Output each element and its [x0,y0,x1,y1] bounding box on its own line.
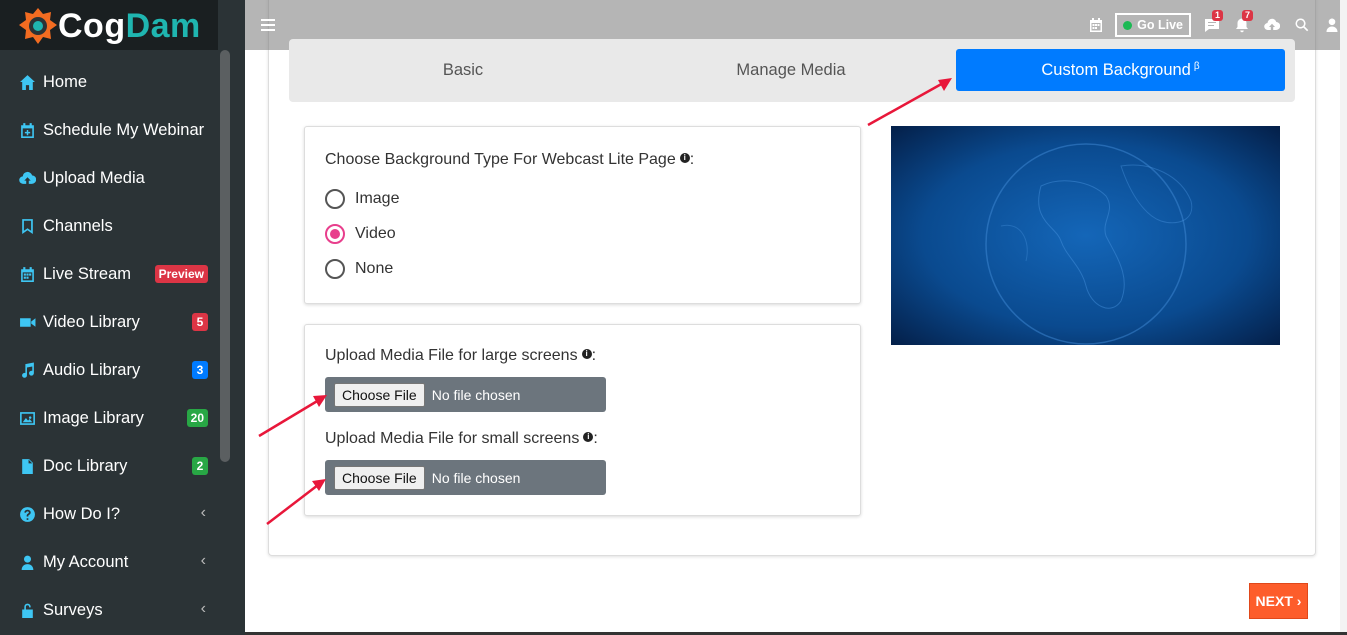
sidebar-item-label: Live Stream [43,264,132,283]
lock-icon [18,601,36,619]
radio-circle-selected[interactable] [325,224,345,244]
sidebar-item-upload-media[interactable]: Upload Media [0,154,218,202]
search-icon[interactable] [1287,10,1317,40]
sidebar-item-audio-library[interactable]: Audio Library 3 [0,346,218,394]
radio-none[interactable]: None [325,259,393,279]
file-input-large[interactable]: Choose File No file chosen [325,377,606,412]
radio-image[interactable]: Image [325,189,399,209]
go-live-button[interactable]: Go Live [1115,13,1191,37]
bookmark-icon [18,217,36,235]
background-type-panel: Choose Background Type For Webcast Lite … [304,126,861,304]
logo[interactable]: CogDam [0,0,218,50]
messages-count-badge: 1 [1211,10,1223,21]
sidebar: CogDam Home Schedule My Webinar Upload M… [0,0,245,635]
sidebar-item-label: Image Library [43,408,144,427]
calendar-plus-icon [18,121,36,139]
page-scrollbar[interactable] [1340,0,1347,635]
sidebar-scrollbar[interactable] [220,50,230,462]
radio-label: Image [355,190,400,207]
count-badge: 5 [192,313,208,331]
choose-file-button[interactable]: Choose File [334,382,425,407]
background-type-label: Choose Background Type For Webcast Lite … [325,151,695,168]
sidebar-item-doc-library[interactable]: Doc Library 2 [0,442,218,490]
sidebar-item-surveys[interactable]: Surveys ‹ [0,586,218,634]
info-icon[interactable]: i [679,153,690,163]
sidebar-item-label: Channels [43,216,113,235]
logo-text: CogDam [58,7,201,45]
tab-custom-background[interactable]: Custom Background β [956,49,1285,91]
radio-label: Video [355,225,396,242]
top-bar-actions: Go Live 1 7 [1081,10,1347,40]
chevron-left-icon: ‹ [200,504,206,521]
home-icon [18,73,36,91]
music-icon [18,361,36,379]
radio-label: None [355,260,394,277]
sidebar-item-label: Schedule My Webinar [43,120,205,139]
next-button[interactable]: NEXT › [1249,583,1308,619]
tab-manage-media[interactable]: Manage Media [627,49,955,91]
sidebar-item-label: How Do I? [43,504,121,523]
cloud-upload-icon [18,169,36,187]
preview-badge: Preview [154,265,208,283]
background-preview-image [891,126,1280,345]
sidebar-item-image-library[interactable]: Image Library 20 [0,394,218,442]
count-badge: 2 [192,457,208,475]
radio-circle[interactable] [325,189,345,209]
notifications-count-badge: 7 [1241,10,1253,21]
notifications-button[interactable]: 7 [1227,10,1257,40]
radio-circle[interactable] [325,259,345,279]
radio-video[interactable]: Video [325,224,396,244]
count-badge: 20 [186,409,208,427]
image-icon [18,409,36,427]
user-icon [18,553,36,571]
sidebar-item-my-account[interactable]: My Account ‹ [0,538,218,586]
upload-small-label: Upload Media File for small screens i: [325,430,598,447]
beta-label: β [1193,60,1200,72]
sidebar-item-live-stream[interactable]: Live Stream Preview [0,250,218,298]
live-status-icon [1123,20,1133,30]
sidebar-item-label: Upload Media [43,168,145,187]
logo-icon [19,8,57,44]
info-icon[interactable]: i [581,349,592,359]
sidebar-item-schedule-my-webinar[interactable]: Schedule My Webinar [0,106,218,154]
sidebar-item-home[interactable]: Home [0,58,218,106]
file-status: No file chosen [431,469,521,486]
tab-label: Custom Background [1041,60,1191,79]
sidebar-item-label: Surveys [43,600,103,619]
calendar-icon [18,265,36,283]
document-icon [18,457,36,475]
tab-basic[interactable]: Basic [299,49,627,91]
sidebar-nav: Home Schedule My Webinar Upload Media Ch… [0,58,218,634]
choose-file-button[interactable]: Choose File [334,465,425,490]
messages-button[interactable]: 1 [1197,10,1227,40]
tab-bar: Basic Manage Media Custom Background β [289,39,1295,102]
calendar-icon[interactable] [1081,10,1111,40]
sidebar-item-how-do-i[interactable]: How Do I? ‹ [0,490,218,538]
info-icon[interactable]: i [583,432,594,442]
file-status: No file chosen [431,386,521,403]
sidebar-item-label: Doc Library [43,456,128,475]
sidebar-item-video-library[interactable]: Video Library 5 [0,298,218,346]
menu-icon[interactable] [261,19,275,31]
upload-large-label: Upload Media File for large screens i: [325,347,597,364]
sidebar-item-label: Audio Library [43,360,141,379]
sidebar-item-label: Video Library [43,312,140,331]
sidebar-item-label: Home [43,72,88,91]
upload-media-panel: Upload Media File for large screens i: Ch… [304,324,861,516]
count-badge: 3 [192,361,208,379]
question-icon [18,505,36,523]
sidebar-item-label: My Account [43,552,129,571]
sidebar-item-channels[interactable]: Channels [0,202,218,250]
video-icon [18,313,36,331]
cloud-upload-icon[interactable] [1257,10,1287,40]
chevron-left-icon: ‹ [200,552,206,569]
file-input-small[interactable]: Choose File No file chosen [325,460,606,495]
chevron-left-icon: ‹ [200,600,206,617]
